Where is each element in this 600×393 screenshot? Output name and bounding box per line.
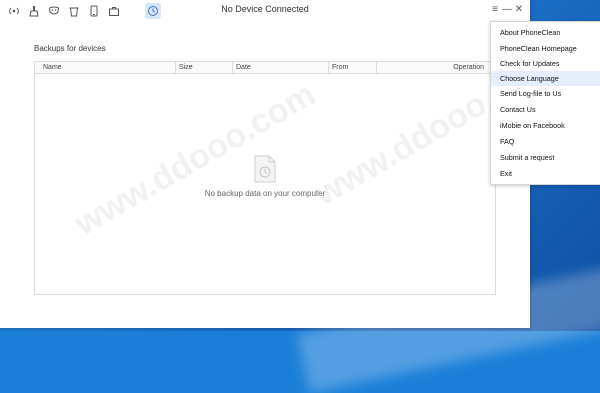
menu-item-exit[interactable]: Exit (491, 166, 600, 181)
menu-item-choose-language[interactable]: Choose Language (491, 71, 600, 86)
column-from[interactable]: From (328, 62, 372, 73)
menu-item-check-updates[interactable]: Check for Updates (491, 56, 600, 71)
empty-backup-icon (254, 155, 276, 183)
menu-item-faq[interactable]: FAQ (491, 134, 600, 149)
column-operation[interactable]: Operation (376, 62, 496, 73)
menu-item-about[interactable]: About PhoneClean (491, 25, 600, 40)
table-header: Name Size Date From Operation (35, 62, 495, 74)
empty-message: No backup data on your computer (204, 189, 326, 198)
close-icon[interactable]: ✕ (513, 3, 525, 17)
minimize-icon[interactable]: — (501, 3, 513, 17)
menu-item-facebook[interactable]: iMobie on Facebook (491, 118, 600, 133)
settings-dropdown-menu: About PhoneClean PhoneClean Homepage Che… (490, 21, 600, 185)
menu-item-contact[interactable]: Contact Us (491, 102, 600, 117)
section-label: Backups for devices (34, 44, 106, 53)
menu-icon[interactable]: ≡ (489, 3, 501, 17)
window-title: No Device Connected (221, 4, 309, 14)
column-date[interactable]: Date (232, 62, 326, 73)
app-window: No Device Connected ≡ — ✕ Backups for de… (0, 0, 562, 328)
column-size[interactable]: Size (175, 62, 231, 73)
title-bar: No Device Connected ≡ — ✕ (0, 0, 530, 22)
menu-item-send-log[interactable]: Send Log-file to Us (491, 86, 600, 101)
backup-table: Name Size Date From Operation No backup … (34, 61, 496, 295)
menu-item-submit-request[interactable]: Submit a request (491, 150, 600, 165)
menu-item-homepage[interactable]: PhoneClean Homepage (491, 41, 600, 56)
column-name[interactable]: Name (43, 62, 62, 73)
